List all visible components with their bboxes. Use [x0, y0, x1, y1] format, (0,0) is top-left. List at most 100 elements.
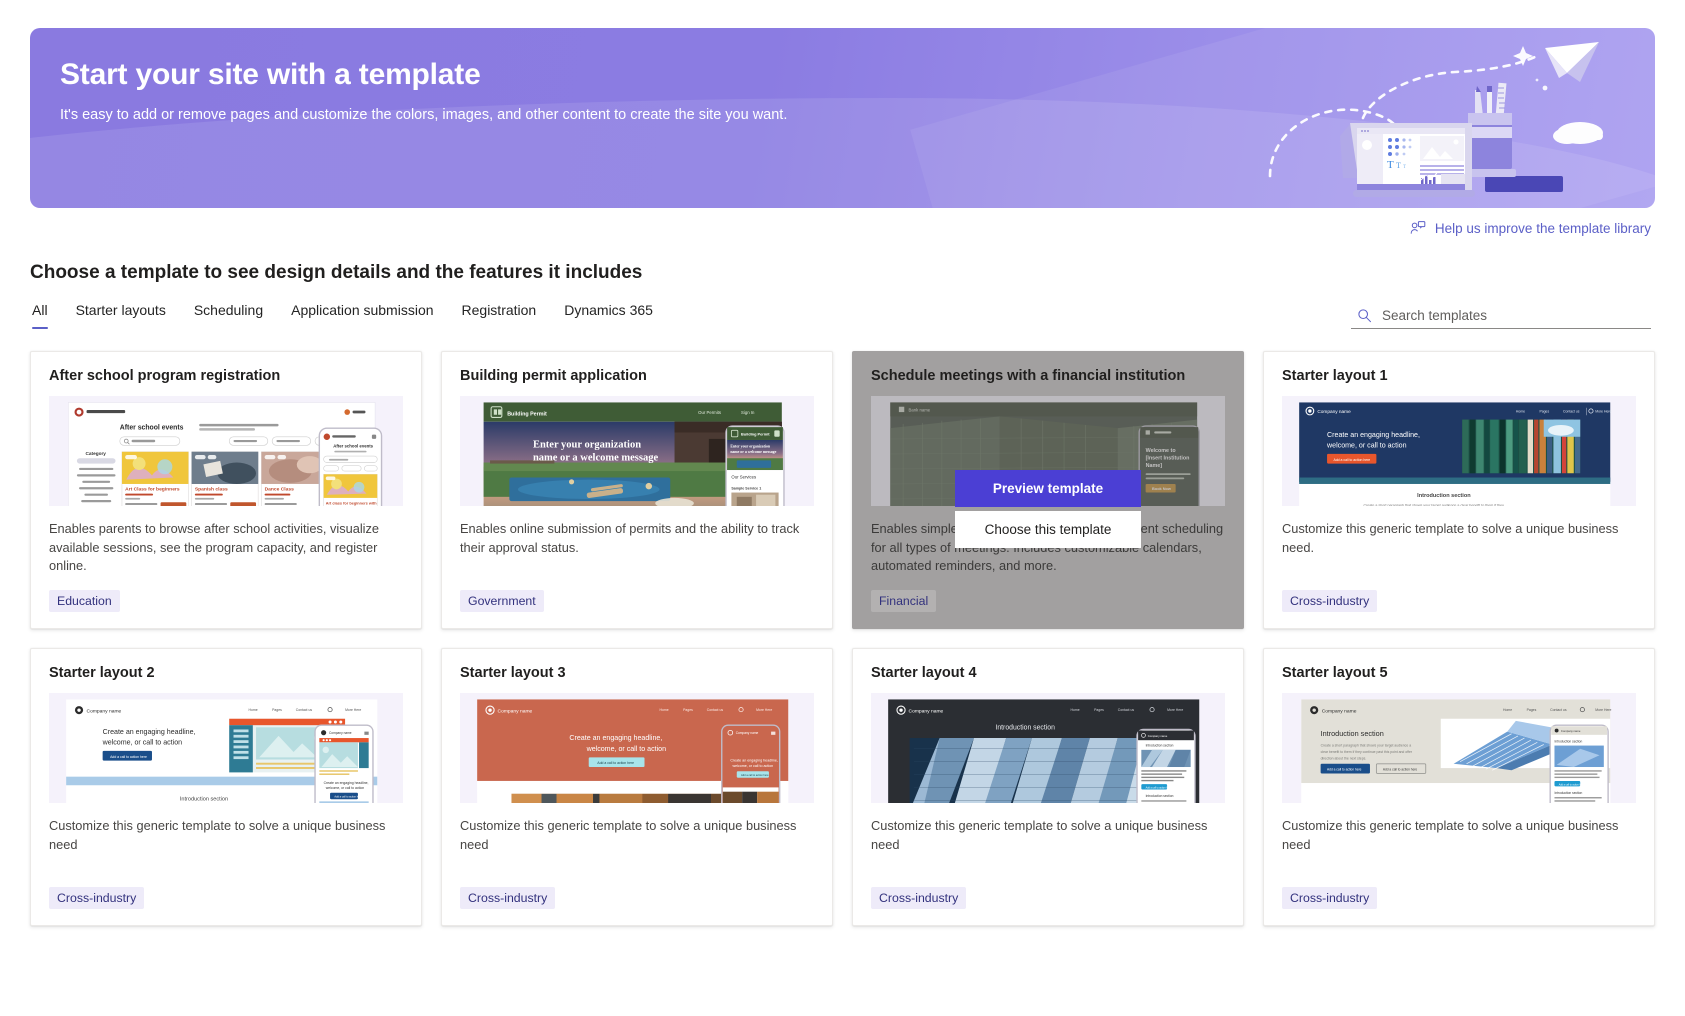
card-tag-row: Cross-industry — [1264, 590, 1654, 628]
svg-text:T: T — [1387, 159, 1394, 171]
svg-text:Introduction section: Introduction section — [1417, 493, 1471, 499]
svg-text:Create an engaging headline,: Create an engaging headline, — [730, 759, 778, 763]
svg-text:Home: Home — [1516, 410, 1525, 414]
help-improve-library-link[interactable]: Help us improve the template library — [1410, 220, 1651, 236]
card-tag-row: Cross-industry — [853, 887, 1243, 925]
svg-text:Pages: Pages — [1094, 708, 1104, 712]
svg-text:Category: Category — [85, 451, 106, 457]
hero-section: T T T Start your site with a template It… — [0, 0, 1685, 208]
card-title: Starter layout 2 — [49, 665, 155, 681]
card-description: Enables parents to browse after school a… — [49, 521, 380, 574]
card-tag: Financial — [871, 590, 937, 612]
page-title: Choose a template to see design details … — [30, 262, 643, 283]
tab-all[interactable]: All — [30, 302, 62, 329]
template-card-building-permit[interactable]: Building permit application Building Per… — [441, 351, 833, 629]
svg-text:Introduction section: Introduction section — [1146, 744, 1174, 748]
template-card-after-school[interactable]: After school program registration After … — [30, 351, 422, 629]
svg-text:Spanish class: Spanish class — [195, 486, 228, 492]
tab-application-submission[interactable]: Application submission — [277, 302, 447, 329]
svg-text:Add a call to action here: Add a call to action here — [741, 773, 769, 777]
hero-banner: T T T Start your site with a template It… — [30, 28, 1655, 208]
svg-text:Create a short paragraph that: Create a short paragraph that shows your… — [1321, 744, 1412, 748]
svg-text:Create an engaging headline,: Create an engaging headline, — [103, 728, 196, 736]
choose-this-template-button[interactable]: Choose this template — [955, 511, 1141, 548]
svg-text:Introduction section: Introduction section — [995, 724, 1055, 731]
svg-text:welcome, or call to action: welcome, or call to action — [732, 764, 773, 768]
search-templates-field[interactable]: Search templates — [1351, 304, 1651, 329]
template-card-starter-layout-4[interactable]: Starter layout 4 Company name Home Pages … — [852, 648, 1244, 926]
feedback-person-icon — [1410, 221, 1426, 234]
svg-text:Enter your organization: Enter your organization — [533, 439, 641, 450]
card-description: Customize this generic template to solve… — [49, 818, 386, 852]
svg-text:More Here: More Here — [1167, 708, 1183, 712]
tab-dynamics-365[interactable]: Dynamics 365 — [550, 302, 667, 329]
card-title: Building permit application — [460, 368, 647, 384]
card-title: Starter layout 1 — [1282, 368, 1388, 384]
svg-text:Contact us: Contact us — [1118, 708, 1135, 712]
svg-text:[Insert Institution: [Insert Institution — [1146, 455, 1190, 461]
preview-template-button[interactable]: Preview template — [955, 470, 1141, 507]
template-card-starter-layout-1[interactable]: Starter layout 1 Company name Home Pages … — [1263, 351, 1655, 629]
svg-text:Company name: Company name — [1148, 734, 1168, 738]
svg-text:Add a call to action here: Add a call to action here — [1559, 783, 1585, 786]
svg-text:Company name: Company name — [1322, 708, 1357, 714]
svg-text:Introduction section: Introduction section — [1554, 791, 1582, 795]
card-tag-row: Cross-industry — [31, 887, 421, 925]
template-card-starter-layout-5[interactable]: Starter layout 5 Company name Home Pages … — [1263, 648, 1655, 926]
svg-text:Company name: Company name — [736, 731, 759, 735]
svg-text:Company name: Company name — [87, 708, 122, 714]
card-tag: Cross-industry — [1282, 590, 1378, 612]
svg-text:Company name: Company name — [498, 708, 533, 714]
card-description: Customize this generic template to solve… — [1282, 818, 1619, 852]
svg-text:welcome, or call to action: welcome, or call to action — [586, 745, 667, 753]
svg-text:Home: Home — [660, 708, 669, 712]
svg-text:Pages: Pages — [683, 708, 693, 712]
svg-text:Name]: Name] — [1146, 463, 1163, 469]
card-thumbnail: Company name Home Pages Contact us More He… — [49, 693, 403, 803]
svg-text:Add a call to action here: Add a call to action here — [334, 794, 362, 798]
filter-bar: All Starter layouts Scheduling Applicati… — [0, 284, 1685, 329]
svg-text:After school events: After school events — [333, 443, 373, 448]
svg-text:Introduction section: Introduction section — [1554, 739, 1582, 743]
card-title: After school program registration — [49, 368, 281, 384]
card-description: Customize this generic template to solve… — [460, 818, 797, 852]
svg-text:welcome, or call to action: welcome, or call to action — [102, 738, 183, 746]
help-link-label: Help us improve the template library — [1434, 220, 1651, 236]
svg-text:Sample Service 1: Sample Service 1 — [731, 486, 761, 490]
svg-text:name or a welcome message: name or a welcome message — [730, 450, 776, 454]
card-tag-row: Government — [442, 590, 832, 628]
svg-text:Create a short paragraph that: Create a short paragraph that shows your… — [1364, 503, 1505, 506]
svg-text:More Here: More Here — [756, 708, 772, 712]
svg-text:After school events: After school events — [120, 424, 184, 431]
svg-text:direction about the next steps: direction about the next steps. — [1321, 757, 1367, 761]
card-tag-row: Education — [31, 590, 421, 628]
svg-text:Introduction section: Introduction section — [180, 796, 228, 802]
card-tag: Cross-industry — [1282, 887, 1378, 909]
template-card-starter-layout-3[interactable]: Starter layout 3 Company name Home Pages … — [441, 648, 833, 926]
tab-scheduling[interactable]: Scheduling — [180, 302, 277, 329]
card-thumbnail: Building Permit Our Permits Sign In Ente… — [460, 396, 814, 506]
svg-text:Pages: Pages — [272, 708, 282, 712]
svg-text:Company name: Company name — [1561, 729, 1581, 733]
template-card-starter-layout-2[interactable]: Starter layout 2 Company name Home Pages … — [30, 648, 422, 926]
card-tag-row: Financial — [853, 590, 1243, 628]
svg-text:Home: Home — [1071, 708, 1080, 712]
svg-text:Building Permit: Building Permit — [507, 411, 547, 417]
card-tag: Cross-industry — [49, 887, 145, 909]
card-description: Enables online submission of permits and… — [460, 521, 800, 555]
svg-text:Add a call to action here: Add a call to action here — [1383, 768, 1418, 772]
svg-text:Contact us: Contact us — [296, 708, 313, 712]
hero-subtitle: It's easy to add or remove pages and cus… — [60, 107, 788, 123]
svg-text:Home: Home — [249, 708, 258, 712]
svg-text:Our Permits: Our Permits — [698, 410, 721, 415]
svg-text:Add a call to action here: Add a call to action here — [1146, 786, 1172, 789]
tab-registration[interactable]: Registration — [448, 302, 551, 329]
card-hover-actions: Preview template Choose this template — [955, 470, 1141, 548]
card-title: Schedule meetings with a financial insti… — [871, 368, 1186, 384]
svg-text:Add a call to action here: Add a call to action here — [1327, 768, 1362, 772]
hero-title: Start your site with a template — [60, 58, 481, 91]
svg-text:T: T — [1396, 161, 1401, 170]
tab-starter-layouts[interactable]: Starter layouts — [62, 302, 180, 329]
template-card-financial-scheduling[interactable]: Schedule meetings with a financial insti… — [852, 351, 1244, 629]
card-tag-row: Cross-industry — [442, 887, 832, 925]
